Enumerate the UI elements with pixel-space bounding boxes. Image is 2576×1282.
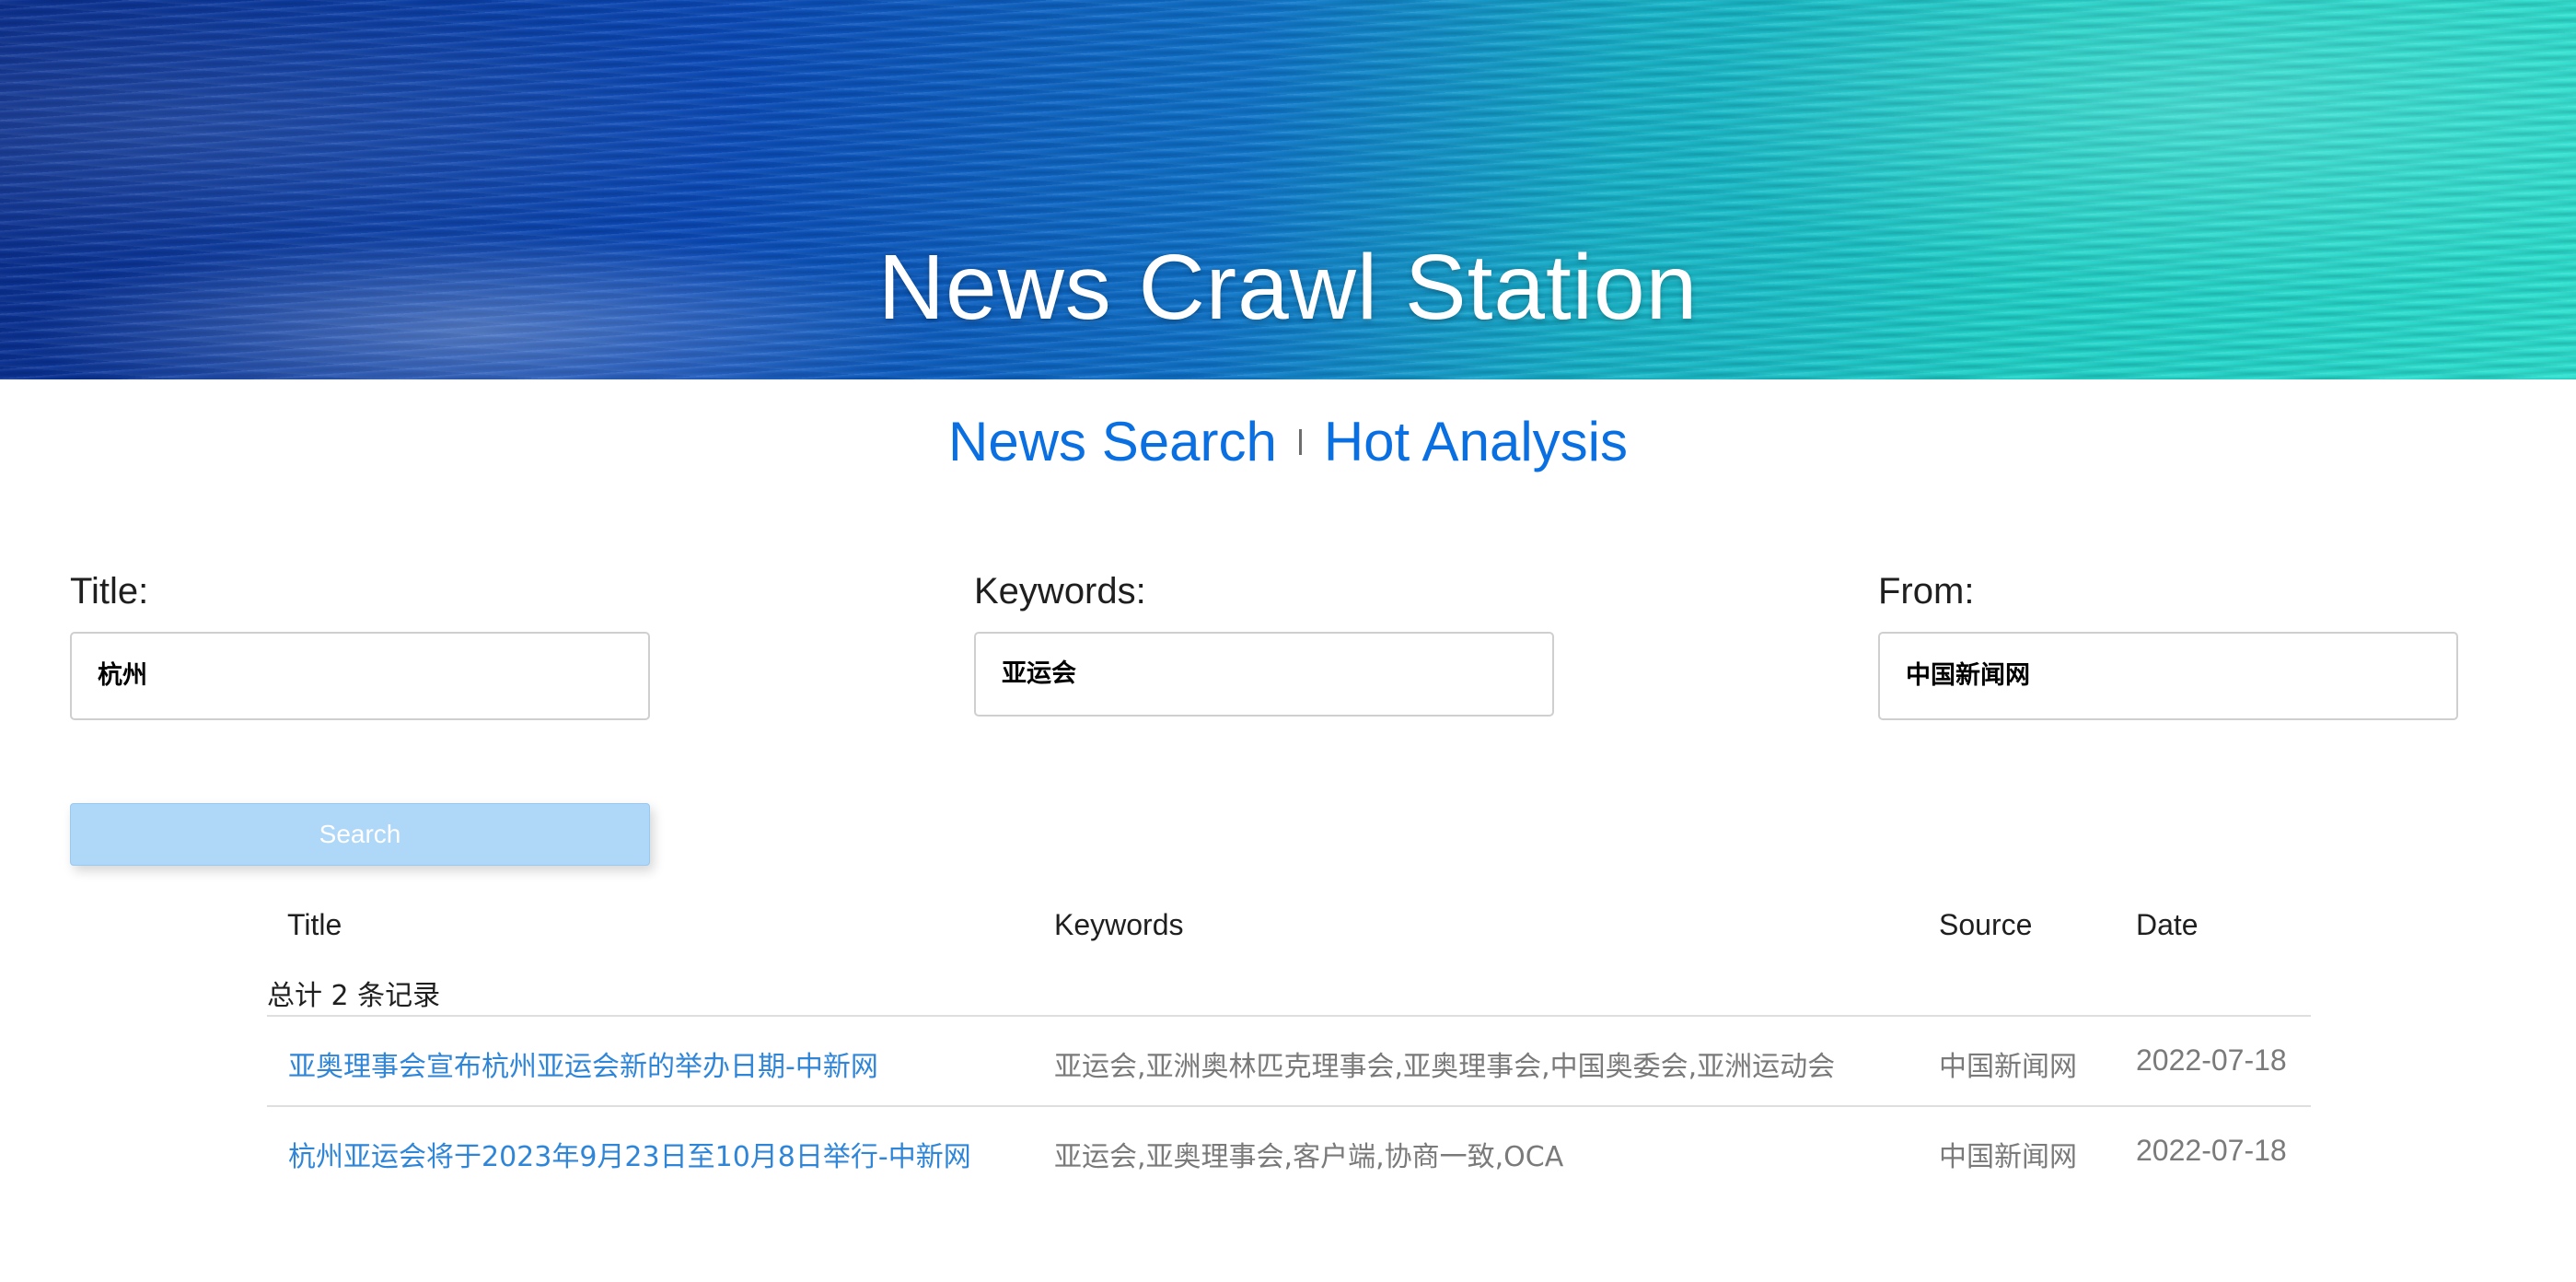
from-field-label: From: <box>1878 571 1975 612</box>
main-nav: News Search Hot Analysis <box>0 414 2576 470</box>
page-title: News Crawl Station <box>877 236 1699 339</box>
row-date: 2022-07-18 <box>2136 1134 2287 1167</box>
table-divider <box>267 1105 2311 1107</box>
column-header-date: Date <box>2136 908 2199 941</box>
row-date: 2022-07-18 <box>2136 1043 2287 1077</box>
nav-divider <box>1298 429 1302 455</box>
row-source: 中国新闻网 <box>1939 1051 2077 1083</box>
row-title-link[interactable]: 杭州亚运会将于2023年9月23日至10月8日举行-中新网 <box>288 1134 971 1174</box>
column-header-source: Source <box>1939 908 2033 941</box>
total-records: 总计 2 条记录 <box>267 980 441 1012</box>
column-header-keywords: Keywords <box>1054 908 1184 941</box>
hero-banner: News Crawl Station <box>0 0 2576 379</box>
keywords-field-label: Keywords: <box>974 571 1146 612</box>
row-title-link[interactable]: 亚奥理事会宣布杭州亚运会新的举办日期-中新网 <box>288 1043 878 1084</box>
row-keywords: 亚运会,亚洲奥林匹克理事会,亚奥理事会,中国奥委会,亚洲运动会 <box>1054 1051 1836 1083</box>
table-divider <box>267 1015 2311 1017</box>
nav-hot-analysis[interactable]: Hot Analysis <box>1324 414 1628 470</box>
row-source: 中国新闻网 <box>1939 1141 2077 1173</box>
search-button[interactable]: Search <box>70 803 650 866</box>
nav-news-search[interactable]: News Search <box>948 414 1277 470</box>
title-input[interactable]: 杭州 <box>70 632 650 720</box>
from-input[interactable]: 中国新闻网 <box>1878 632 2458 720</box>
row-keywords: 亚运会,亚奥理事会,客户端,协商一致,OCA <box>1054 1141 1564 1173</box>
column-header-title: Title <box>287 908 342 941</box>
keywords-input[interactable]: 亚运会 <box>974 632 1554 717</box>
title-field-label: Title: <box>70 571 149 612</box>
